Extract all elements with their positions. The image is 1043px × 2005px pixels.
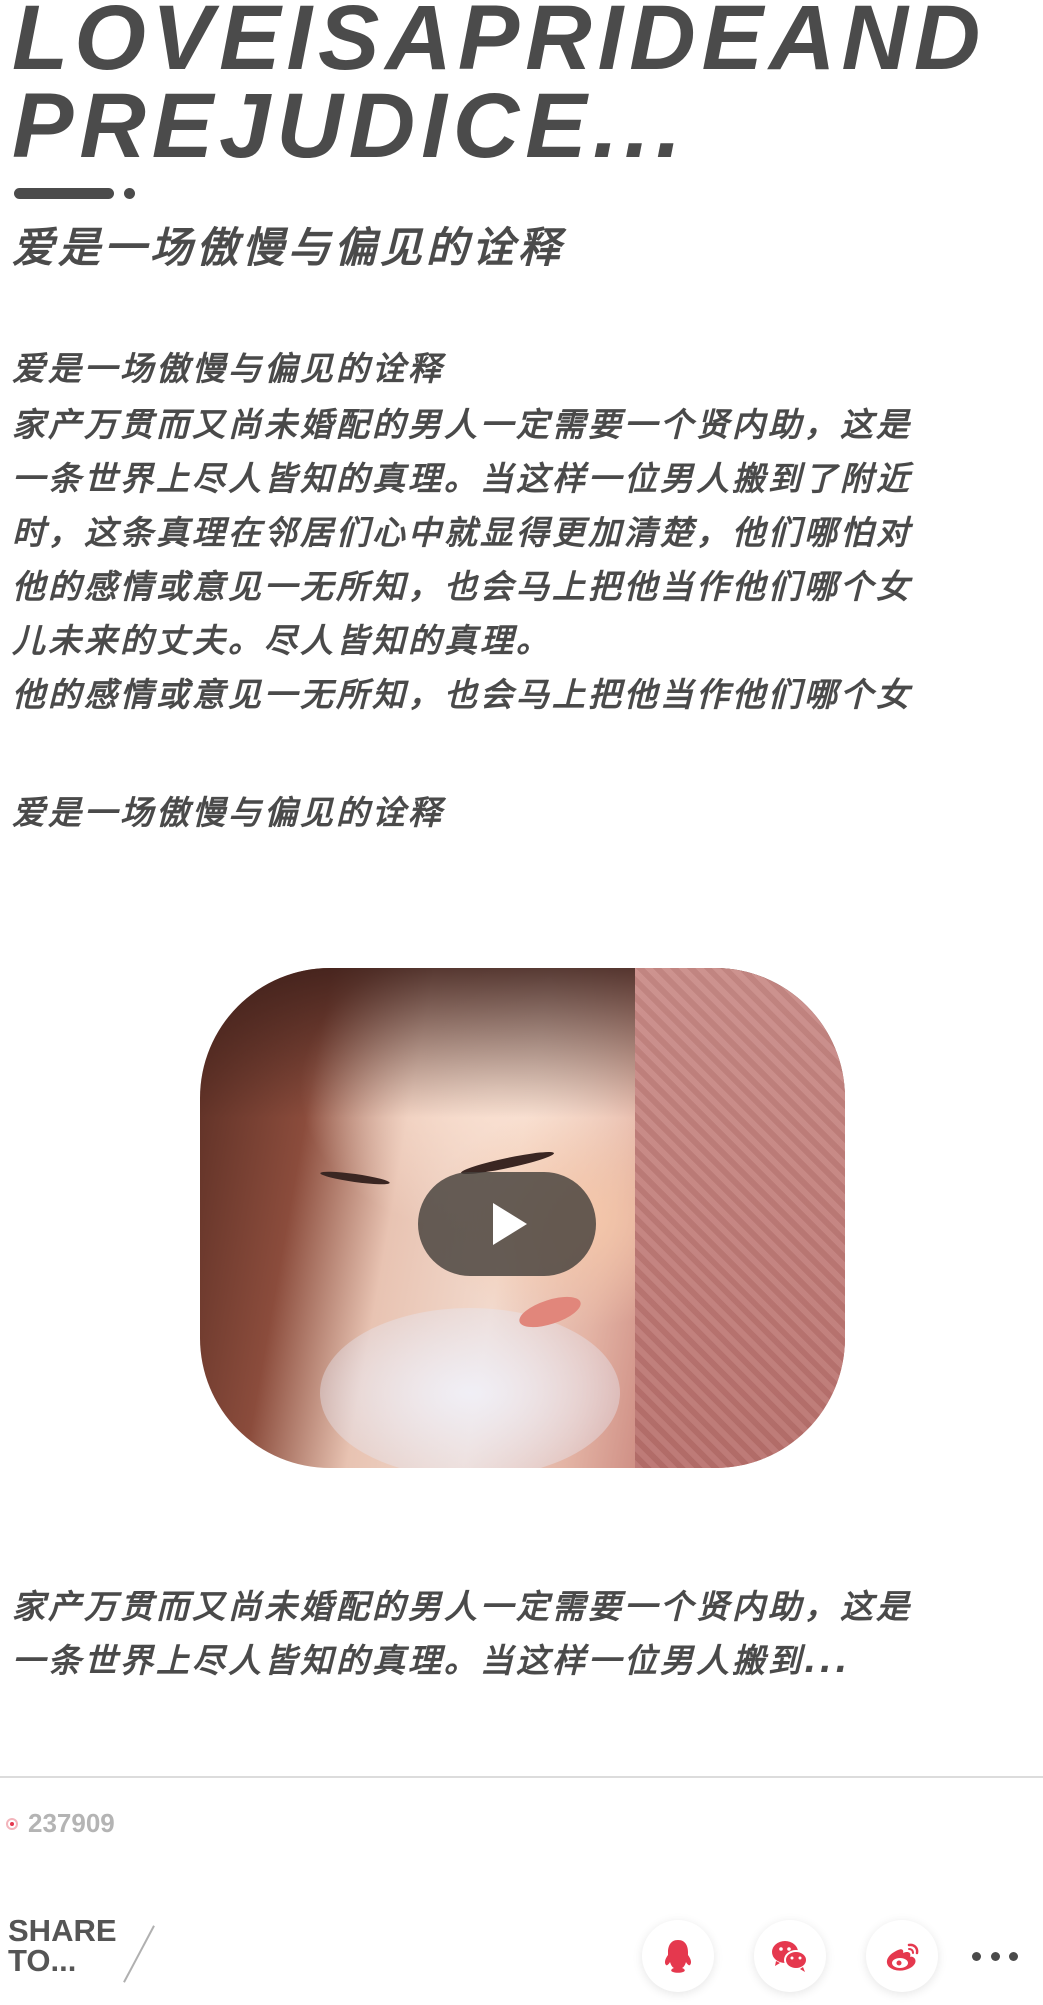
title-underline-dot bbox=[124, 188, 135, 199]
paragraph-line: 家产万贯而又尚未婚配的男人一定需要一个贤内助，这是 bbox=[12, 405, 912, 444]
paragraph-line: 时，这条真理在邻居们心中就显得更加清楚，他们哪怕对 bbox=[12, 513, 912, 552]
share-slash-divider bbox=[123, 1925, 155, 1983]
share-label: SHARE TO... bbox=[8, 1913, 117, 1978]
article-page: LOVEISAPRIDEAND PREJUDICE... 爱是一场傲慢与偏见的诠… bbox=[0, 0, 1043, 2005]
paragraph-line: 他的感情或意见一无所知，也会马上把他当作他们哪个女 bbox=[12, 675, 912, 714]
hero-title: LOVEISAPRIDEAND PREJUDICE... bbox=[12, 0, 1032, 177]
play-button[interactable] bbox=[418, 1172, 596, 1276]
paragraph-line: 他的感情或意见一无所知，也会马上把他当作他们哪个女 bbox=[12, 567, 912, 606]
share-weibo-button[interactable] bbox=[866, 1920, 938, 1992]
video-thumbnail-eye bbox=[319, 1169, 391, 1187]
summary-line: 一条世界上尽人皆知的真理。当这样一位男人搬到... bbox=[12, 1641, 851, 1680]
qq-icon bbox=[664, 1940, 692, 1973]
share-label-line-1: SHARE bbox=[8, 1913, 117, 1948]
video-thumbnail-scarf bbox=[635, 968, 845, 1468]
footer-divider bbox=[0, 1776, 1043, 1778]
play-icon bbox=[493, 1203, 527, 1245]
more-icon bbox=[1009, 1951, 1018, 1961]
paragraph-line: 儿未来的丈夫。尽人皆知的真理。 bbox=[12, 621, 552, 660]
title-underline bbox=[14, 188, 114, 199]
video-thumbnail-cloth bbox=[320, 1308, 620, 1468]
more-options-button[interactable] bbox=[972, 1946, 1018, 1966]
view-counter: 237909 bbox=[6, 1808, 115, 1839]
summary-line: 家产万贯而又尚未婚配的男人一定需要一个贤内助，这是 bbox=[12, 1587, 912, 1626]
article-caption: 爱是一场傲慢与偏见的诠释 bbox=[12, 793, 444, 832]
article-paragraph: 家产万贯而又尚未婚配的男人一定需要一个贤内助，这是 一条世界上尽人皆知的真理。当… bbox=[12, 398, 1022, 722]
share-wechat-button[interactable] bbox=[754, 1920, 826, 1992]
view-count: 237909 bbox=[28, 1808, 115, 1838]
hero-subtitle: 爱是一场傲慢与偏见的诠释 bbox=[12, 223, 565, 272]
video-player[interactable] bbox=[200, 968, 845, 1468]
hero-title-line-1: LOVEISAPRIDEAND bbox=[12, 0, 987, 89]
weibo-icon bbox=[886, 1943, 919, 1971]
share-qq-button[interactable] bbox=[642, 1920, 714, 1992]
article-summary: 家产万贯而又尚未婚配的男人一定需要一个贤内助，这是 一条世界上尽人皆知的真理。当… bbox=[12, 1580, 1022, 1688]
article-lede: 爱是一场傲慢与偏见的诠释 bbox=[12, 349, 444, 388]
hero-title-line-2: PREJUDICE... bbox=[12, 75, 688, 177]
wechat-icon bbox=[772, 1941, 808, 1972]
share-label-line-2: TO... bbox=[8, 1943, 77, 1978]
more-icon bbox=[990, 1951, 1000, 1961]
paragraph-line: 一条世界上尽人皆知的真理。当这样一位男人搬到了附近 bbox=[12, 459, 912, 498]
more-icon bbox=[972, 1951, 981, 1961]
view-dot-icon bbox=[6, 1817, 18, 1830]
